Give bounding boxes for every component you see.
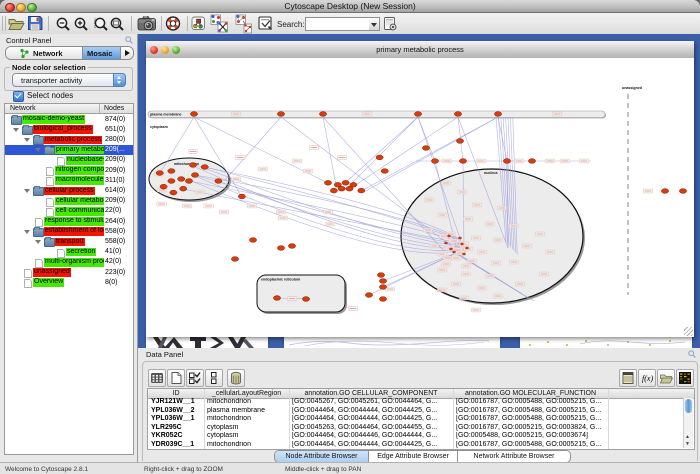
svg-text:plasma membrane: plasma membrane (150, 113, 182, 117)
svg-text:unassigned: unassigned (622, 86, 642, 90)
svg-text:cytoplasm: cytoplasm (150, 125, 168, 129)
svg-text:f(x): f(x) (642, 374, 653, 383)
svg-text:nucleus: nucleus (484, 171, 498, 175)
svg-text:endoplasmic reticulum: endoplasmic reticulum (261, 278, 300, 282)
